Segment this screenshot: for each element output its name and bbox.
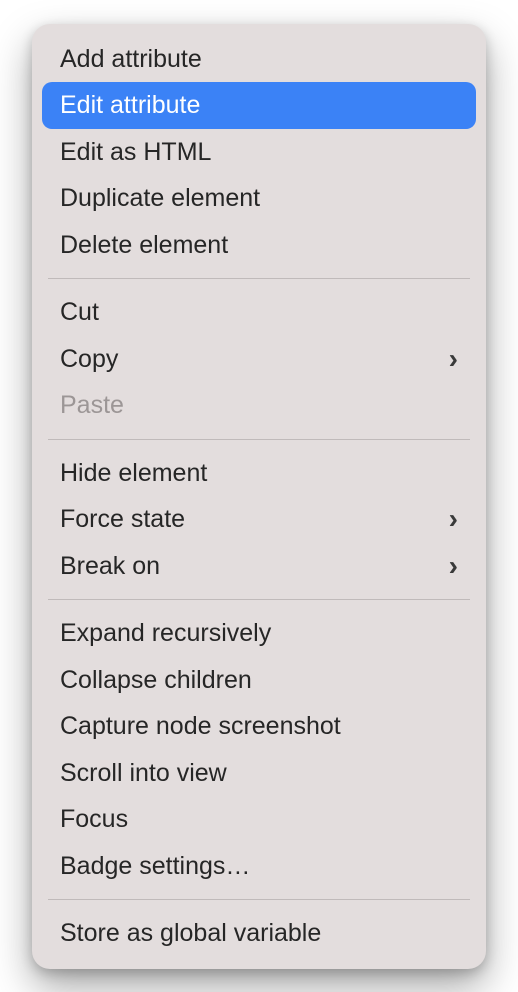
menu-item-duplicate-element[interactable]: Duplicate element xyxy=(32,175,486,222)
menu-divider xyxy=(48,439,470,440)
menu-item-collapse-children[interactable]: Collapse children xyxy=(32,657,486,704)
menu-item-store-as-global-variable[interactable]: Store as global variable xyxy=(32,910,486,957)
menu-item-paste: Paste xyxy=(32,382,486,429)
chevron-right-icon: › xyxy=(449,345,458,373)
menu-item-label: Paste xyxy=(60,389,124,422)
menu-item-edit-as-html[interactable]: Edit as HTML xyxy=(32,129,486,176)
menu-item-label: Cut xyxy=(60,296,99,329)
menu-item-label: Collapse children xyxy=(60,664,252,697)
menu-item-label: Expand recursively xyxy=(60,617,271,650)
menu-item-label: Force state xyxy=(60,503,185,536)
menu-item-copy[interactable]: Copy › xyxy=(32,336,486,383)
menu-item-label: Duplicate element xyxy=(60,182,260,215)
menu-item-label: Break on xyxy=(60,550,160,583)
menu-item-label: Badge settings… xyxy=(60,850,250,883)
menu-item-add-attribute[interactable]: Add attribute xyxy=(32,36,486,83)
menu-item-scroll-into-view[interactable]: Scroll into view xyxy=(32,750,486,797)
menu-item-label: Focus xyxy=(60,803,128,836)
menu-item-edit-attribute[interactable]: Edit attribute xyxy=(42,82,476,129)
menu-item-delete-element[interactable]: Delete element xyxy=(32,222,486,269)
menu-item-label: Store as global variable xyxy=(60,917,321,950)
menu-item-label: Scroll into view xyxy=(60,757,227,790)
menu-item-label: Add attribute xyxy=(60,43,202,76)
menu-divider xyxy=(48,278,470,279)
menu-item-force-state[interactable]: Force state › xyxy=(32,496,486,543)
menu-item-label: Capture node screenshot xyxy=(60,710,341,743)
menu-item-capture-node-screenshot[interactable]: Capture node screenshot xyxy=(32,703,486,750)
menu-item-focus[interactable]: Focus xyxy=(32,796,486,843)
menu-divider xyxy=(48,599,470,600)
menu-divider xyxy=(48,899,470,900)
menu-item-label: Copy xyxy=(60,343,118,376)
chevron-right-icon: › xyxy=(449,505,458,533)
menu-item-label: Delete element xyxy=(60,229,228,262)
menu-item-badge-settings[interactable]: Badge settings… xyxy=(32,843,486,890)
menu-item-break-on[interactable]: Break on › xyxy=(32,543,486,590)
menu-item-label: Hide element xyxy=(60,457,207,490)
menu-item-hide-element[interactable]: Hide element xyxy=(32,450,486,497)
menu-item-label: Edit as HTML xyxy=(60,136,211,169)
menu-item-cut[interactable]: Cut xyxy=(32,289,486,336)
menu-item-expand-recursively[interactable]: Expand recursively xyxy=(32,610,486,657)
chevron-right-icon: › xyxy=(449,552,458,580)
menu-item-label: Edit attribute xyxy=(60,89,200,122)
context-menu: Add attribute Edit attribute Edit as HTM… xyxy=(32,24,486,969)
